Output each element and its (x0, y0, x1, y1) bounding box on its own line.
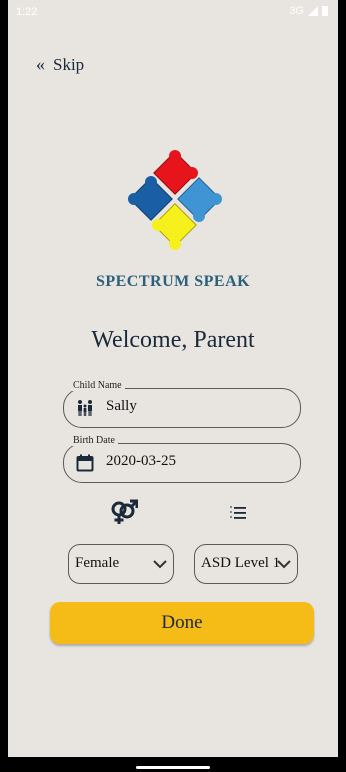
child-name-field[interactable]: Child Name Sally (63, 380, 301, 428)
brand-name: SPECTRUM SPEAK (95, 273, 251, 290)
chevrons-left-icon: « (36, 54, 45, 74)
puzzle-logo-icon (128, 150, 222, 250)
done-button[interactable]: Done (50, 602, 314, 644)
app-screen: 1:22 3G « Skip SPECTRUM SPEAK Welcome, P… (8, 0, 338, 757)
status-indicators: 3G (289, 5, 328, 17)
family-icon (78, 400, 92, 416)
status-time: 1:22 (16, 6, 38, 18)
numbered-list-icon (230, 506, 246, 519)
signal-icon (308, 6, 318, 16)
birth-date-field[interactable]: Birth Date 2020-03-25 (63, 435, 301, 483)
gender-icon (111, 499, 138, 524)
gender-select-value: Female (75, 555, 120, 571)
skip-button[interactable]: « Skip (36, 54, 84, 75)
page-title: Welcome, Parent (91, 327, 255, 353)
calendar-icon (76, 454, 94, 472)
asd-level-select-value: ASD Level 1 (201, 555, 281, 571)
chevron-down-icon (153, 560, 167, 569)
network-type: 3G (289, 5, 304, 17)
birth-date-value: 2020-03-25 (106, 453, 176, 469)
status-bar: 1:22 3G (8, 0, 338, 24)
gender-select[interactable]: Female (68, 544, 174, 584)
asd-level-select[interactable]: ASD Level 1 (194, 544, 298, 584)
system-nav-bar (0, 757, 346, 772)
child-name-value: Sally (106, 398, 137, 414)
birth-date-label: Birth Date (70, 435, 118, 446)
child-name-label: Child Name (70, 380, 125, 391)
home-indicator[interactable] (136, 766, 210, 769)
battery-icon (322, 6, 328, 16)
skip-label: Skip (53, 54, 85, 74)
chevron-down-icon (277, 560, 291, 569)
